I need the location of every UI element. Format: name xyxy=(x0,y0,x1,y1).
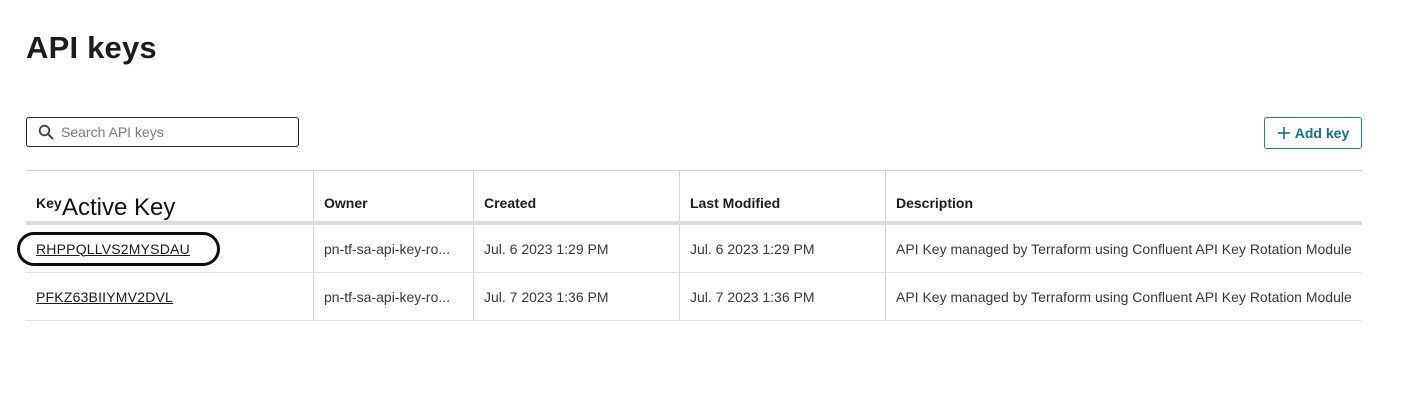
key-cell: RHPPQLLVS2MYSDAU xyxy=(26,225,314,272)
column-header-last-modified[interactable]: Last Modified xyxy=(680,171,886,221)
add-key-button[interactable]: Add key xyxy=(1264,117,1362,149)
table-row[interactable]: RHPPQLLVS2MYSDAU pn-tf-sa-api-key-ro... … xyxy=(26,225,1362,273)
table-row[interactable]: PFKZ63BIIYMV2DVL pn-tf-sa-api-key-ro... … xyxy=(26,273,1362,321)
key-cell: PFKZ63BIIYMV2DVL xyxy=(26,273,314,320)
api-keys-page: API keys Add key Key Owner Created Last … xyxy=(0,0,1420,406)
search-box[interactable] xyxy=(26,117,299,147)
add-key-label: Add key xyxy=(1294,125,1350,141)
column-header-created[interactable]: Created xyxy=(474,171,680,221)
api-keys-table: Key Owner Created Last Modified Descript… xyxy=(26,170,1362,321)
column-header-description[interactable]: Description xyxy=(886,171,1362,221)
page-title: API keys xyxy=(26,30,157,65)
column-header-owner[interactable]: Owner xyxy=(314,171,474,221)
key-link[interactable]: PFKZ63BIIYMV2DVL xyxy=(36,289,173,305)
active-key-annotation: Active Key xyxy=(62,194,176,221)
description-cell: API Key managed by Terraform using Confl… xyxy=(896,288,1352,305)
created-cell: Jul. 6 2023 1:29 PM xyxy=(474,225,680,272)
created-cell: Jul. 7 2023 1:36 PM xyxy=(474,273,680,320)
modified-cell: Jul. 6 2023 1:29 PM xyxy=(680,225,886,272)
description-cell: API Key managed by Terraform using Confl… xyxy=(896,240,1352,257)
search-icon xyxy=(38,124,54,140)
modified-cell: Jul. 7 2023 1:36 PM xyxy=(680,273,886,320)
owner-cell: pn-tf-sa-api-key-ro... xyxy=(314,273,474,320)
key-link[interactable]: RHPPQLLVS2MYSDAU xyxy=(36,241,190,257)
owner-cell: pn-tf-sa-api-key-ro... xyxy=(314,225,474,272)
plus-icon xyxy=(1277,127,1290,139)
search-input[interactable] xyxy=(61,124,281,140)
table-header-row: Key Owner Created Last Modified Descript… xyxy=(26,171,1362,225)
